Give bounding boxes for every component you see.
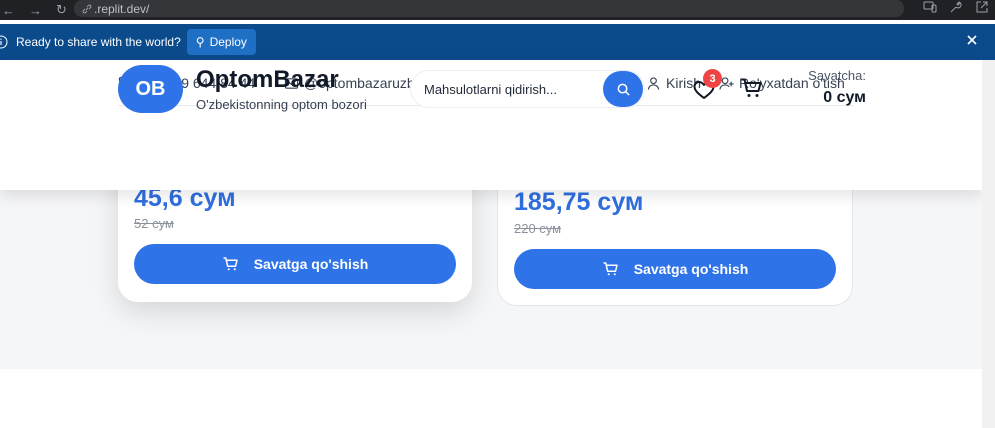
close-icon[interactable] [965,33,979,47]
search-icon [617,83,630,96]
product-old-price: 52 сум [134,216,174,231]
open-external-icon[interactable] [975,0,989,14]
browser-nav: ← → ↻ [0,2,67,18]
add-to-cart-label: Savatga qo'shish [633,261,749,277]
favorites-count-badge: 3 [703,69,722,88]
logo-badge[interactable]: OB [118,65,183,113]
link-icon [82,4,92,13]
browser-tools [923,0,989,14]
address-bar[interactable]: .replit.dev/ [74,0,904,17]
cart-icon [223,257,238,271]
add-to-cart-label: Savatga qo'shish [253,256,369,272]
cart-total: 0 сум [823,89,866,106]
address-url: .replit.dev/ [94,1,150,16]
browser-toolbar: ← → ↻ .replit.dev/ [0,0,995,20]
back-icon[interactable]: ← [2,3,15,18]
app-root: ← → ↻ .replit.dev/ Ready to share with t… [0,0,995,428]
user-icon [647,76,660,90]
product-price: 185,75 сум [514,188,644,216]
forward-icon[interactable]: → [29,3,42,18]
search-bar[interactable]: Mahsulotlarni qidirish... [410,70,645,108]
page-scrollbar[interactable] [982,60,995,428]
banner-message: Ready to share with the world? [16,35,181,49]
search-button[interactable] [603,71,643,107]
brand-tagline: O'zbekistonning optom bozori [196,97,367,112]
rocket-icon: ⚲ [195,35,205,49]
devices-icon[interactable] [923,0,937,14]
deploy-label: Deploy [209,35,247,49]
cart-label: Savatcha: [808,68,866,83]
add-to-cart-button[interactable]: Savatga qo'shish [134,244,456,284]
info-icon [0,35,8,49]
cart-icon [603,262,618,276]
product-old-price: 220 сум [514,221,562,236]
add-to-cart-button[interactable]: Savatga qo'shish [514,249,836,289]
brand-name[interactable]: OptomBazar [196,66,339,94]
cart-icon[interactable] [740,76,764,100]
wrench-icon[interactable] [949,0,963,14]
deploy-button[interactable]: ⚲ Deploy [186,29,256,55]
search-input[interactable]: Mahsulotlarni qidirish... [424,82,557,97]
deploy-banner: Ready to share with the world? ⚲ Deploy [0,24,995,60]
reload-icon[interactable]: ↻ [56,2,67,18]
